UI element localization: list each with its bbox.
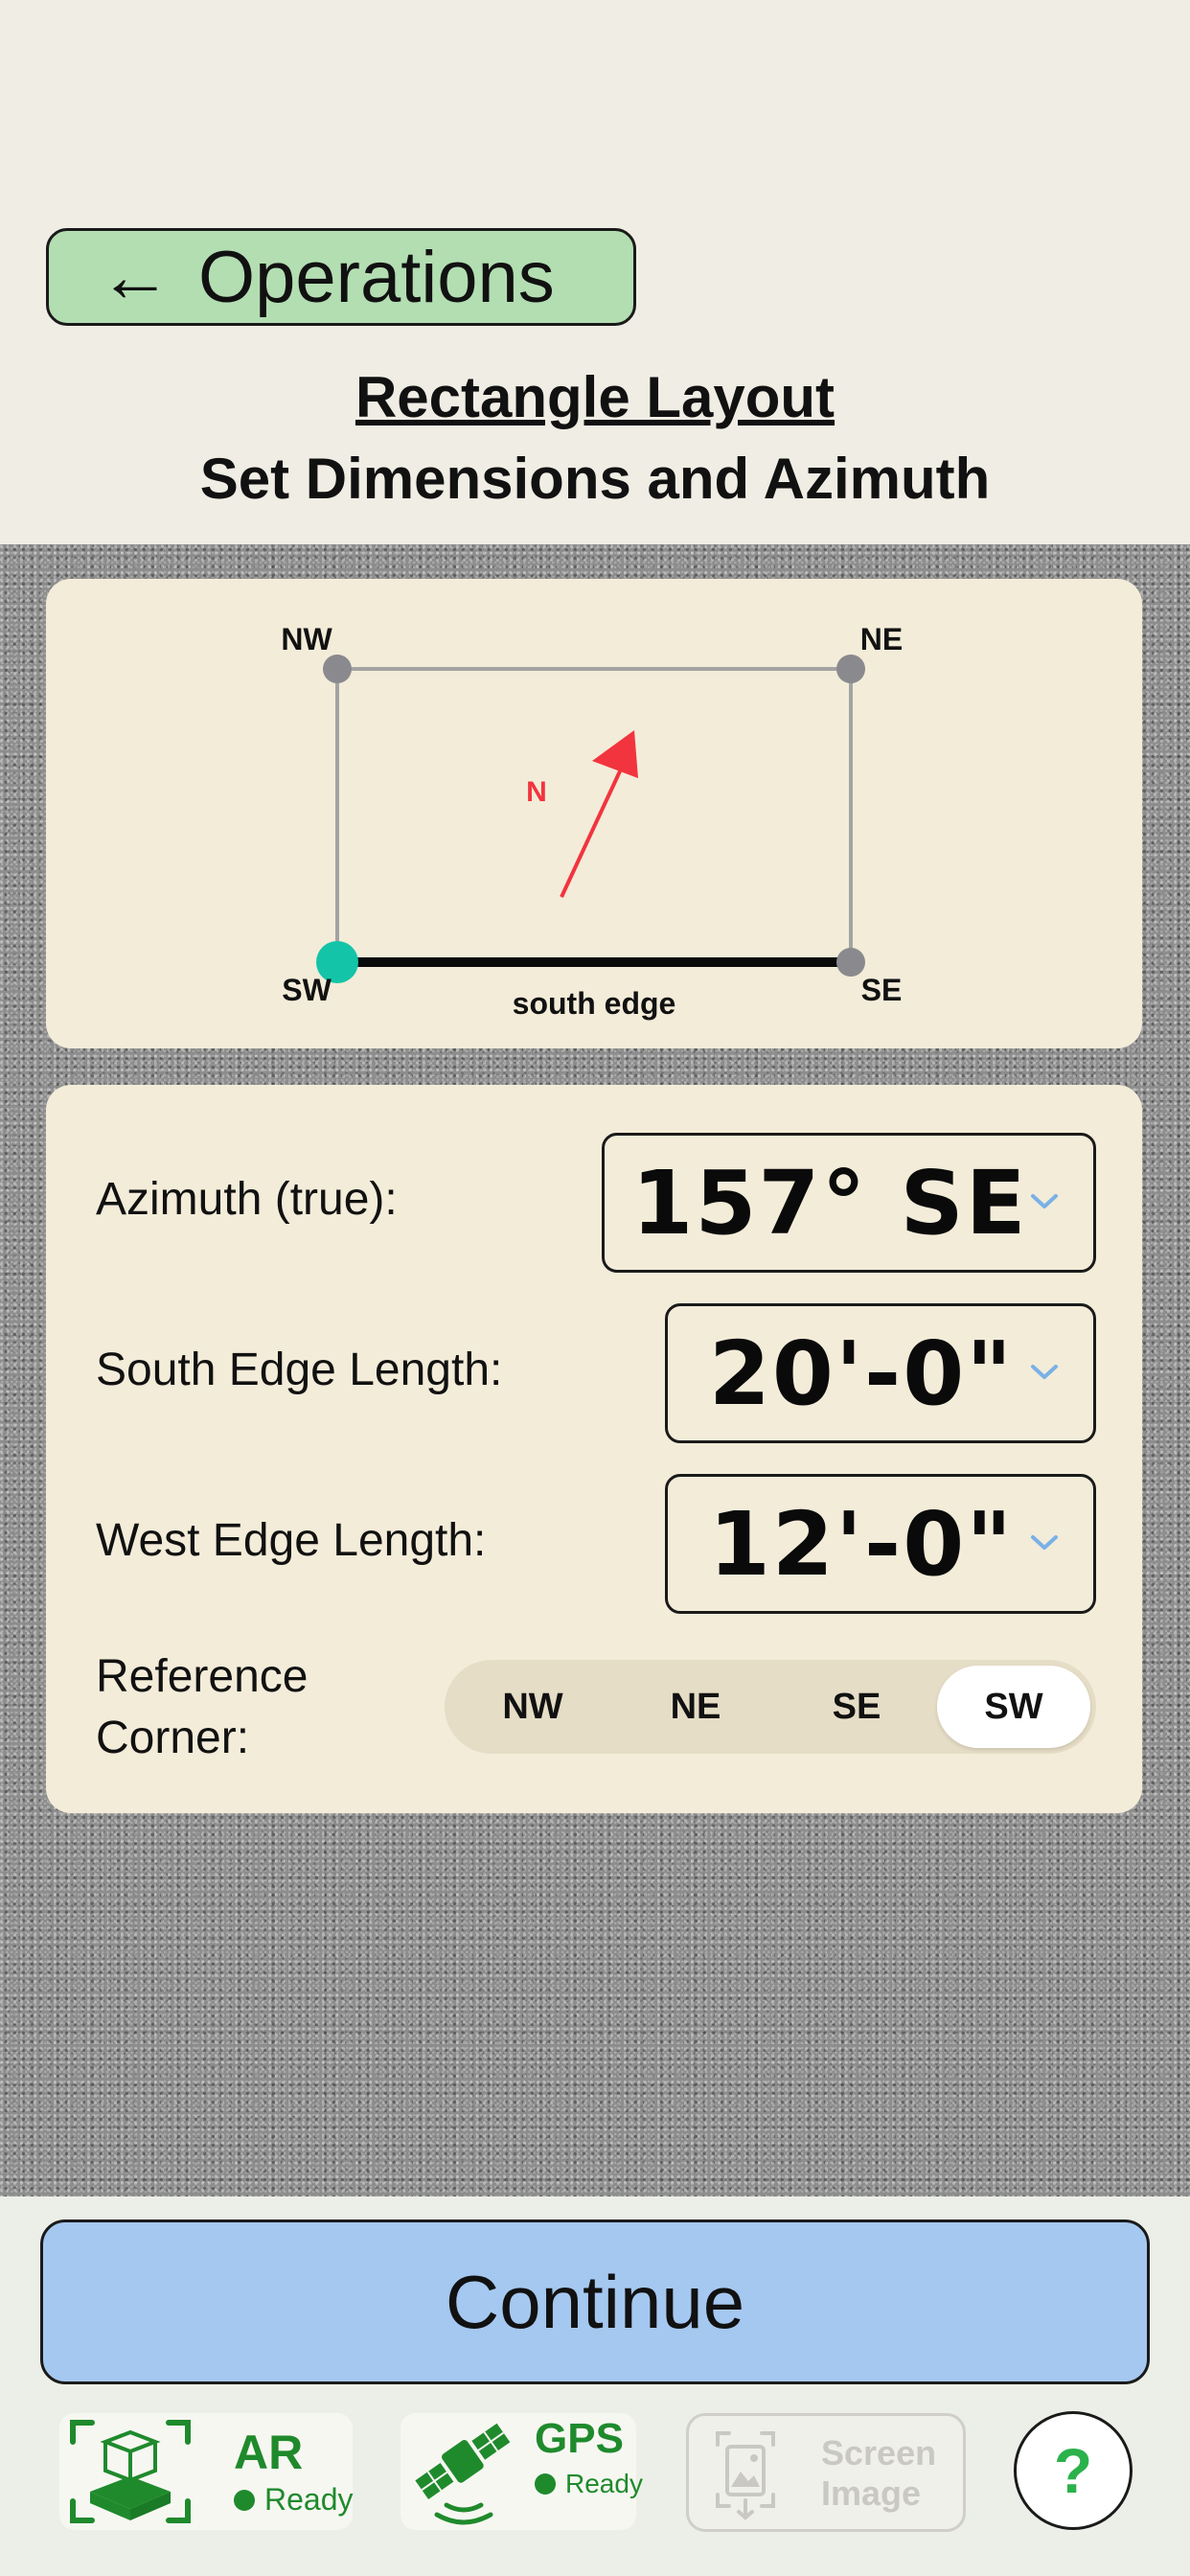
west-edge-length-label: West Edge Length: bbox=[96, 1515, 487, 1566]
south-edge-length-picker[interactable]: 20'-0" bbox=[665, 1303, 1096, 1443]
page-subtitle: Set Dimensions and Azimuth bbox=[199, 447, 991, 511]
rectangle-outline bbox=[335, 667, 853, 964]
corner-sw-label: SW bbox=[282, 973, 332, 1007]
south-edge-length-label: South Edge Length: bbox=[96, 1345, 503, 1395]
satellite-icon bbox=[415, 2423, 511, 2525]
north-arrow-shaft bbox=[560, 760, 627, 898]
corner-nw-label: NW bbox=[281, 622, 332, 656]
screen-image-label-line1: Screen bbox=[821, 2433, 937, 2472]
segment-ne[interactable]: NE bbox=[619, 1666, 772, 1748]
south-edge-label: south edge bbox=[513, 986, 676, 1021]
chevron-down-icon bbox=[1031, 1194, 1058, 1208]
screen-image-label-line2: Image bbox=[821, 2473, 922, 2513]
page-title: Rectangle Layout bbox=[355, 365, 835, 429]
back-button-label: Operations bbox=[198, 236, 555, 318]
gps-status-ready: Ready bbox=[535, 2469, 643, 2499]
corner-ne-label: NE bbox=[860, 622, 903, 656]
west-edge-length-value: 12'-0" bbox=[708, 1492, 1015, 1596]
north-label: N bbox=[526, 776, 547, 808]
north-arrow-icon bbox=[592, 730, 638, 778]
layout-diagram: N NW NE SE SW south edge bbox=[281, 622, 903, 1021]
dimensions-form-card: Azimuth (true): 157° SE South Edge Lengt… bbox=[46, 1085, 1142, 1813]
ar-cube-icon bbox=[70, 2420, 191, 2523]
screen-image-button[interactable]: Screen Image bbox=[686, 2413, 966, 2532]
reference-corner-label-line2: Corner: bbox=[96, 1713, 250, 1763]
ready-dot-icon bbox=[535, 2473, 556, 2495]
reference-corner-label: Reference Corner: bbox=[96, 1646, 308, 1769]
ar-status-button[interactable]: AR Ready bbox=[59, 2413, 354, 2530]
ar-status-title: AR bbox=[234, 2426, 304, 2479]
continue-button[interactable]: Continue bbox=[40, 2220, 1150, 2384]
ar-status-text: Ready bbox=[264, 2482, 354, 2517]
ready-dot-icon bbox=[234, 2489, 255, 2511]
gps-status-title: GPS bbox=[535, 2415, 624, 2462]
corner-nw-marker bbox=[323, 655, 352, 683]
reference-corner-label-line1: Reference bbox=[96, 1651, 309, 1702]
segment-se[interactable]: SE bbox=[780, 1666, 933, 1748]
azimuth-label: Azimuth (true): bbox=[96, 1174, 398, 1225]
back-arrow-icon: ← bbox=[99, 236, 172, 317]
corner-ne-marker bbox=[836, 655, 865, 683]
corner-se-label: SE bbox=[861, 973, 903, 1007]
gps-status-button[interactable]: GPS Ready bbox=[400, 2413, 643, 2530]
reference-corner-segmented-control: NW NE SE SW bbox=[445, 1660, 1096, 1754]
layout-diagram-card: N NW NE SE SW south edge bbox=[46, 579, 1142, 1048]
screen-image-icon bbox=[716, 2431, 775, 2520]
west-edge-length-picker[interactable]: 12'-0" bbox=[665, 1474, 1096, 1614]
chevron-down-icon bbox=[1031, 1535, 1058, 1550]
help-button[interactable]: ? bbox=[1014, 2411, 1133, 2530]
back-operations-button[interactable]: ← Operations bbox=[46, 228, 636, 326]
azimuth-picker[interactable]: 157° SE bbox=[602, 1133, 1096, 1273]
segment-sw-selected[interactable]: SW bbox=[937, 1666, 1090, 1748]
screen-image-label: Screen Image bbox=[821, 2433, 936, 2514]
segment-nw[interactable]: NW bbox=[456, 1666, 609, 1748]
gps-status-text: Ready bbox=[565, 2469, 643, 2498]
south-edge-length-value: 20'-0" bbox=[708, 1322, 1015, 1425]
azimuth-value: 157° SE bbox=[631, 1151, 1028, 1254]
chevron-down-icon bbox=[1031, 1365, 1058, 1379]
ar-status-ready: Ready bbox=[234, 2482, 354, 2518]
